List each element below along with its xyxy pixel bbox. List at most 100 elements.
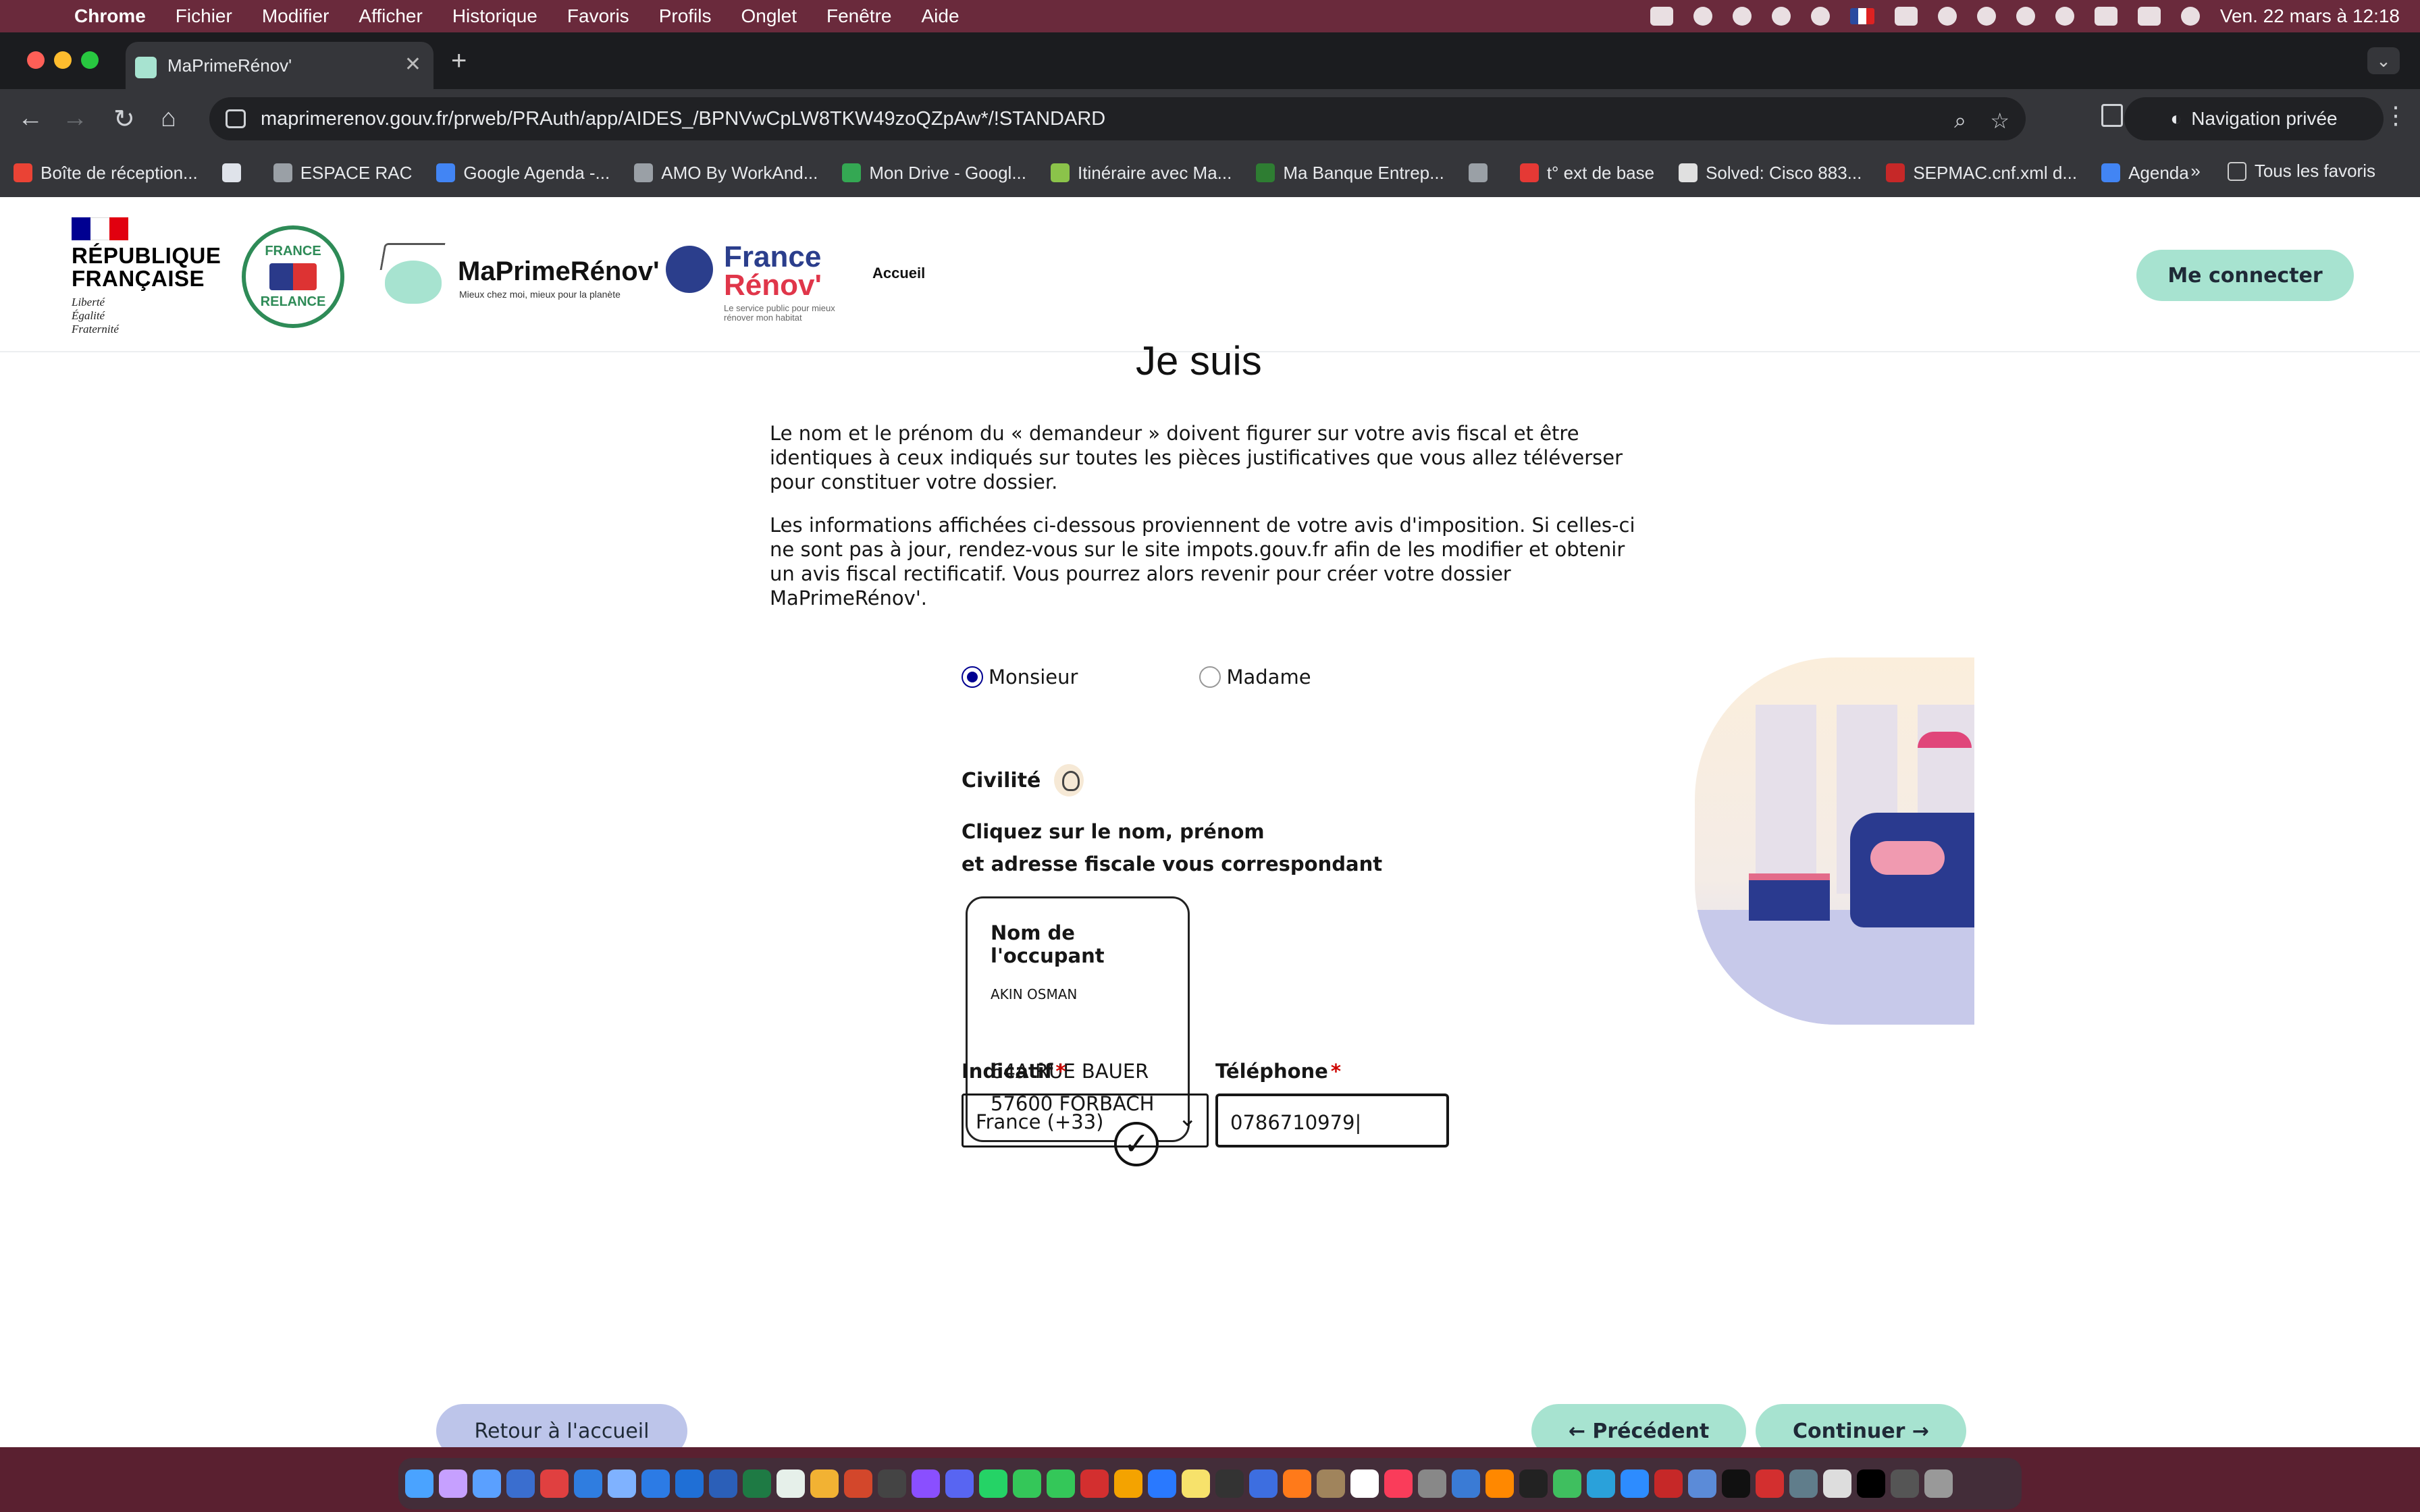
- retour-accueil-button[interactable]: Retour à l'accueil: [436, 1404, 687, 1453]
- chevron-right-icon[interactable]: »: [2190, 161, 2200, 182]
- play-icon[interactable]: [1810, 7, 1830, 26]
- app-icon[interactable]: [1114, 1469, 1142, 1498]
- word-icon[interactable]: [709, 1469, 737, 1498]
- bookmark-item[interactable]: ESPACE RAC: [273, 163, 412, 184]
- menu-aide[interactable]: Aide: [921, 5, 959, 27]
- app-icon[interactable]: [1283, 1469, 1311, 1498]
- home-icon[interactable]: ⌂: [161, 104, 176, 133]
- safari-icon[interactable]: [574, 1469, 602, 1498]
- virtualbox-icon[interactable]: [1688, 1469, 1716, 1498]
- zoom-app-icon[interactable]: [1621, 1469, 1649, 1498]
- menu-afficher[interactable]: Afficher: [359, 5, 422, 27]
- back-icon[interactable]: ←: [18, 104, 43, 133]
- app-icon[interactable]: [1215, 1469, 1244, 1498]
- menu-modifier[interactable]: Modifier: [262, 5, 330, 27]
- menu-profils[interactable]: Profils: [659, 5, 712, 27]
- radio-monsieur[interactable]: [962, 666, 983, 688]
- url-text[interactable]: maprimerenov.gouv.fr/prweb/PRAuth/app/AI…: [261, 108, 1105, 130]
- app-icon[interactable]: [506, 1469, 535, 1498]
- powerpoint-icon[interactable]: [844, 1469, 872, 1498]
- bookmark-item[interactable]: Itinéraire avec Ma...: [1051, 163, 1232, 184]
- creative-cloud-icon[interactable]: [1693, 7, 1712, 26]
- private-browsing-badge[interactable]: ◐ Navigation privée: [2124, 97, 2384, 140]
- radio-madame[interactable]: [1199, 666, 1221, 688]
- radio-madame-label[interactable]: Madame: [1226, 666, 1311, 688]
- app-icon[interactable]: [1756, 1469, 1784, 1498]
- lightbulb-icon[interactable]: [1054, 764, 1084, 796]
- spotlight-icon[interactable]: [2055, 7, 2074, 26]
- menu-historique[interactable]: Historique: [452, 5, 537, 27]
- app-icon[interactable]: [1249, 1469, 1278, 1498]
- menu-app-name[interactable]: Chrome: [74, 5, 146, 27]
- app-icon[interactable]: [540, 1469, 569, 1498]
- mail-icon[interactable]: [473, 1469, 501, 1498]
- app-icon[interactable]: [1654, 1469, 1683, 1498]
- side-panel-icon[interactable]: [2101, 104, 2123, 127]
- bookmark-item[interactable]: Mon Drive - Googl...: [842, 163, 1026, 184]
- tab-search-icon[interactable]: ⌄: [2367, 47, 2400, 74]
- zoom-icon[interactable]: ⌕: [1954, 108, 1966, 134]
- zoom-window-button[interactable]: [81, 51, 99, 69]
- menu-fichier[interactable]: Fichier: [176, 5, 232, 27]
- siri-icon[interactable]: [2180, 7, 2200, 26]
- forward-icon[interactable]: →: [62, 104, 88, 133]
- bookmark-item[interactable]: Agenda: [2101, 163, 2189, 184]
- window-thumbnail-icon[interactable]: [1891, 1469, 1919, 1498]
- continuer-button[interactable]: Continuer →: [1756, 1404, 1966, 1453]
- menu-onglet[interactable]: Onglet: [741, 5, 797, 27]
- keyboard-icon[interactable]: [2094, 7, 2118, 26]
- heart-icon[interactable]: [1771, 7, 1791, 26]
- window-thumbnail-icon[interactable]: [1857, 1469, 1885, 1498]
- user-icon[interactable]: [1976, 7, 1996, 26]
- app-icon[interactable]: [878, 1469, 906, 1498]
- me-connecter-button[interactable]: Me connecter: [2136, 250, 2354, 301]
- more-menu-icon[interactable]: ⋮: [2384, 101, 2408, 130]
- reload-icon[interactable]: ↻: [113, 104, 135, 134]
- launchpad-icon[interactable]: [439, 1469, 467, 1498]
- control-center-icon[interactable]: [2137, 7, 2161, 26]
- music-icon[interactable]: [1384, 1469, 1413, 1498]
- messages-icon[interactable]: [1013, 1469, 1041, 1498]
- outlook-status-icon[interactable]: [1650, 7, 1673, 26]
- app-icon[interactable]: [608, 1469, 636, 1498]
- numbers-icon[interactable]: [1553, 1469, 1581, 1498]
- facetime-icon[interactable]: [1047, 1469, 1075, 1498]
- close-tab-icon[interactable]: ✕: [404, 53, 421, 76]
- bookmark-item[interactable]: Ma Banque Entrep...: [1256, 163, 1444, 184]
- radio-monsieur-label[interactable]: Monsieur: [989, 666, 1078, 688]
- bookmark-item[interactable]: AMO By WorkAnd...: [634, 163, 818, 184]
- indicatif-select[interactable]: France (+33) ⌄: [962, 1094, 1209, 1148]
- app-icon[interactable]: [1519, 1469, 1548, 1498]
- address-bar[interactable]: maprimerenov.gouv.fr/prweb/PRAuth/app/AI…: [209, 97, 2026, 140]
- app-icon[interactable]: [1452, 1469, 1480, 1498]
- terminal-icon[interactable]: [1722, 1469, 1750, 1498]
- precedent-button[interactable]: ← Précédent: [1531, 1404, 1746, 1453]
- document-icon[interactable]: [1823, 1469, 1851, 1498]
- chrome-icon[interactable]: [810, 1469, 839, 1498]
- impots-link[interactable]: impots.gouv.fr: [1186, 538, 1327, 561]
- excel-icon[interactable]: [743, 1469, 771, 1498]
- notes-icon[interactable]: [1182, 1469, 1210, 1498]
- app-icon[interactable]: [912, 1469, 940, 1498]
- telegram-icon[interactable]: [1587, 1469, 1615, 1498]
- settings-icon[interactable]: [1418, 1469, 1446, 1498]
- menu-favoris[interactable]: Favoris: [567, 5, 629, 27]
- bookmark-item[interactable]: Google Agenda -...: [436, 163, 610, 184]
- time-machine-icon[interactable]: [2016, 7, 2035, 26]
- nav-accueil-link[interactable]: Accueil: [872, 265, 925, 282]
- whatsapp-icon[interactable]: [979, 1469, 1007, 1498]
- bookmark-item[interactable]: t° ext de base: [1519, 163, 1654, 184]
- outlook-icon[interactable]: [675, 1469, 704, 1498]
- bookmark-star-icon[interactable]: ☆: [1990, 108, 2009, 134]
- battery-icon[interactable]: [1894, 7, 1918, 26]
- tab-maprimerenov[interactable]: MaPrimeRénov' ✕: [126, 42, 433, 89]
- bookmark-item[interactable]: [1468, 163, 1496, 182]
- minimize-window-button[interactable]: [54, 51, 72, 69]
- trash-icon[interactable]: [1924, 1469, 1953, 1498]
- menubar-datetime[interactable]: Ven. 22 mars à 12:18: [2220, 5, 2400, 27]
- wifi-icon[interactable]: [1937, 7, 1957, 26]
- republique-francaise-logo[interactable]: RÉPUBLIQUE FRANÇAISE Liberté Égalité Frater…: [72, 217, 227, 336]
- bookmark-item[interactable]: Boîte de réception...: [14, 163, 198, 184]
- app-icon[interactable]: [641, 1469, 670, 1498]
- site-info-icon[interactable]: [226, 109, 246, 128]
